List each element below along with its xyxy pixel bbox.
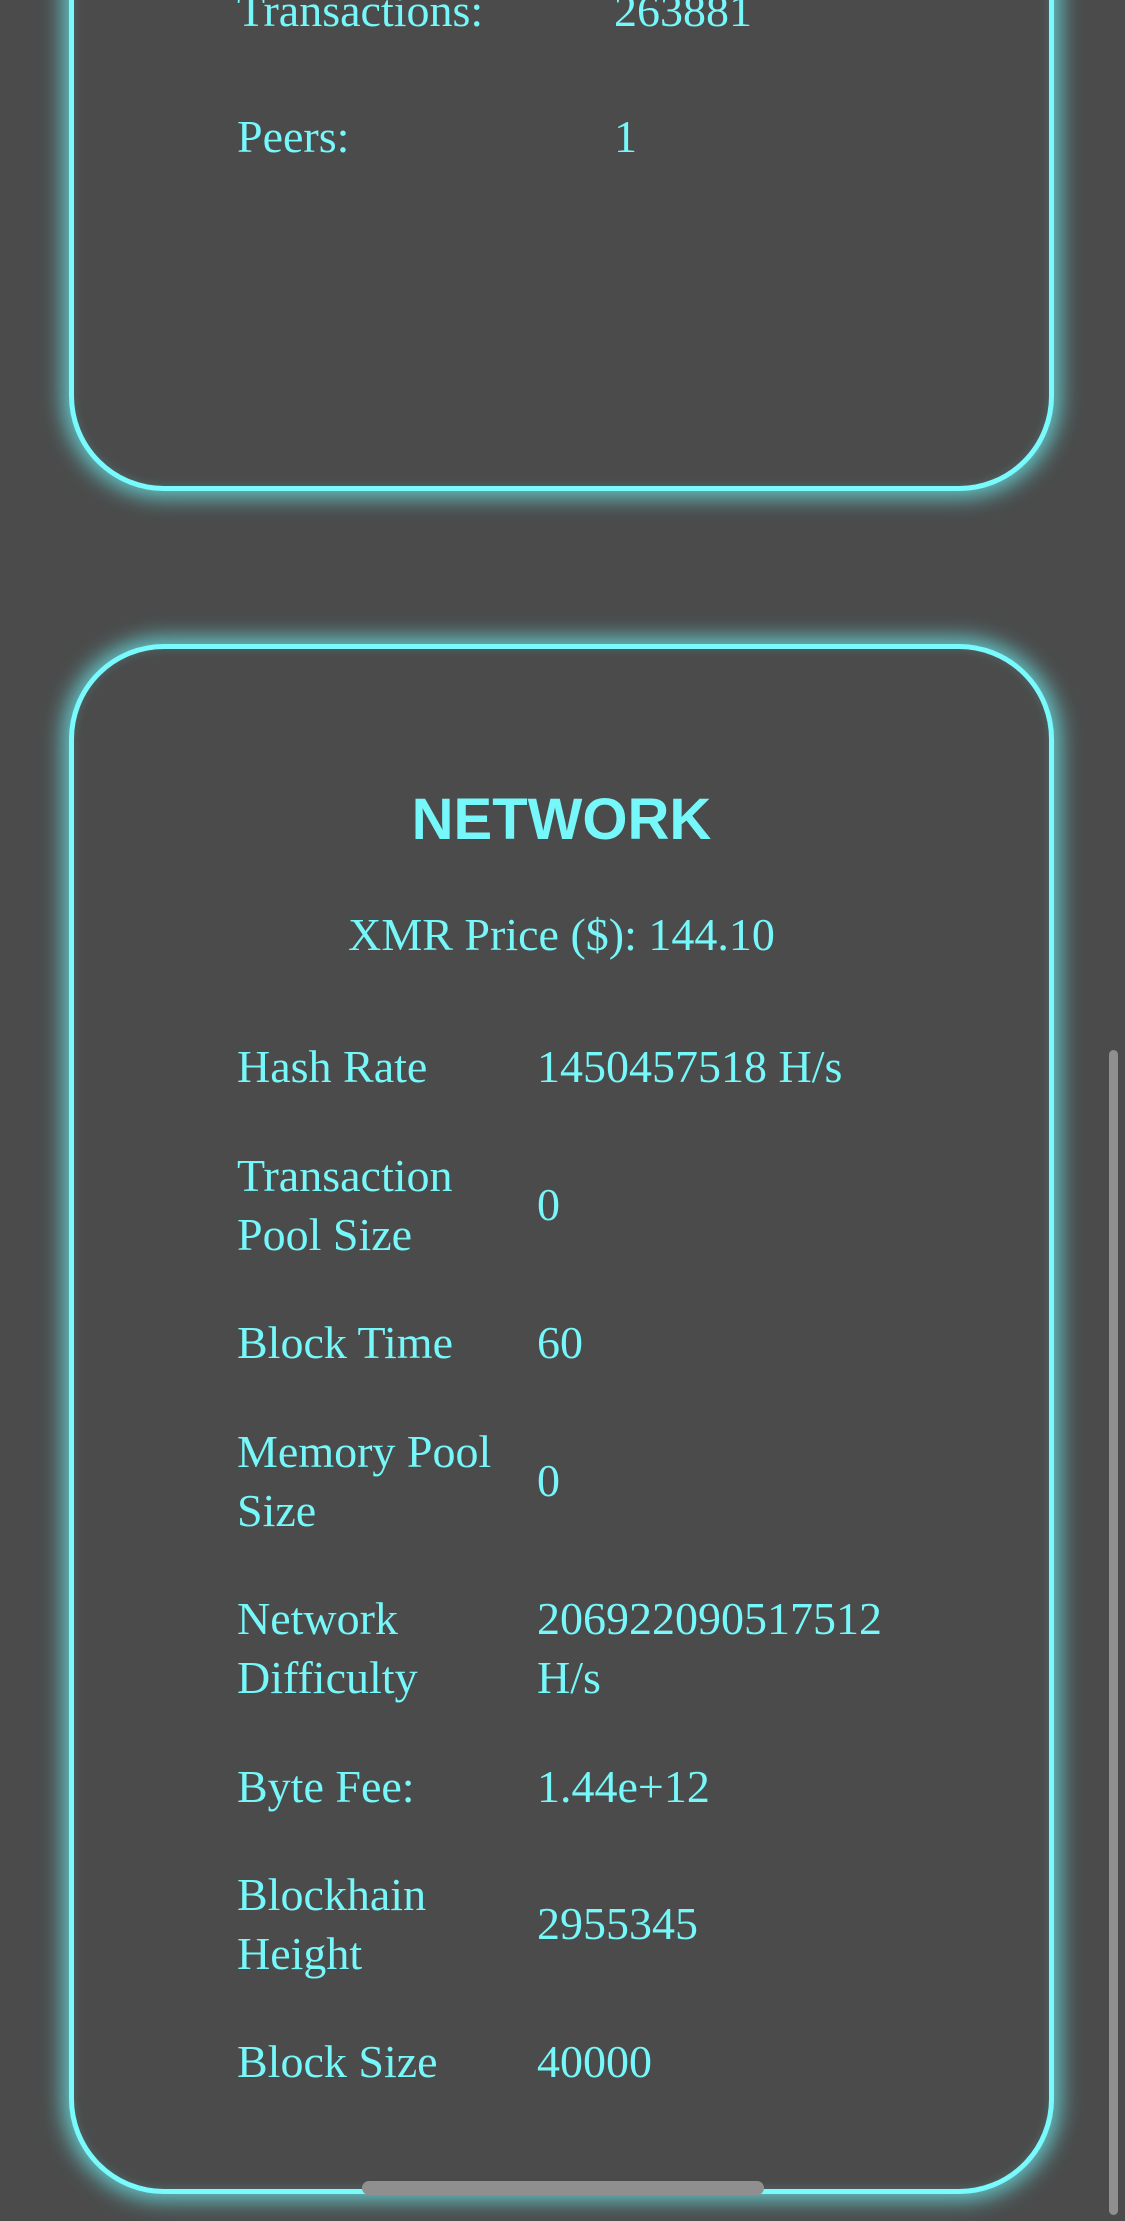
- byte-fee-value: 1.44e+12: [537, 1761, 710, 1812]
- blockchain-card: Transactions: 263881 Peers: 1: [69, 0, 1054, 491]
- blockchain-height-value: 2955345: [537, 1898, 698, 1949]
- peers-label: Peers:: [237, 111, 350, 162]
- hash-rate-label: Hash Rate: [237, 1041, 428, 1092]
- blockchain-height-label: Blockhain Height: [237, 1869, 427, 1979]
- transaction-pool-size-value: 0: [537, 1179, 560, 1230]
- network-card: NETWORK XMR Price ($): 144.10 Hash Rate …: [69, 644, 1054, 2194]
- transactions-value: 263881: [614, 0, 752, 36]
- block-time-value: 60: [537, 1317, 583, 1368]
- block-size-value: 40000: [537, 2036, 652, 2087]
- xmr-price: XMR Price ($): 144.10: [348, 909, 775, 960]
- memory-pool-size-value: 0: [537, 1455, 560, 1506]
- network-title: NETWORK: [411, 787, 712, 852]
- memory-pool-size-label: Memory Pool Size: [237, 1426, 492, 1536]
- block-time-label: Block Time: [237, 1317, 454, 1368]
- byte-fee-label: Byte Fee:: [237, 1761, 415, 1812]
- transactions-label: Transactions:: [237, 0, 484, 36]
- vertical-scrollbar[interactable]: [1109, 1050, 1118, 2215]
- network-difficulty-label: Network Difficulty: [237, 1593, 418, 1703]
- home-indicator[interactable]: [362, 2181, 764, 2195]
- transaction-pool-size-label: Transaction Pool Size: [237, 1150, 453, 1260]
- peers-value: 1: [614, 111, 637, 162]
- hash-rate-value: 1450457518 H/s: [537, 1041, 843, 1092]
- block-size-label: Block Size: [237, 2036, 438, 2087]
- network-difficulty-value: 206922090517512 H/s: [537, 1593, 882, 1703]
